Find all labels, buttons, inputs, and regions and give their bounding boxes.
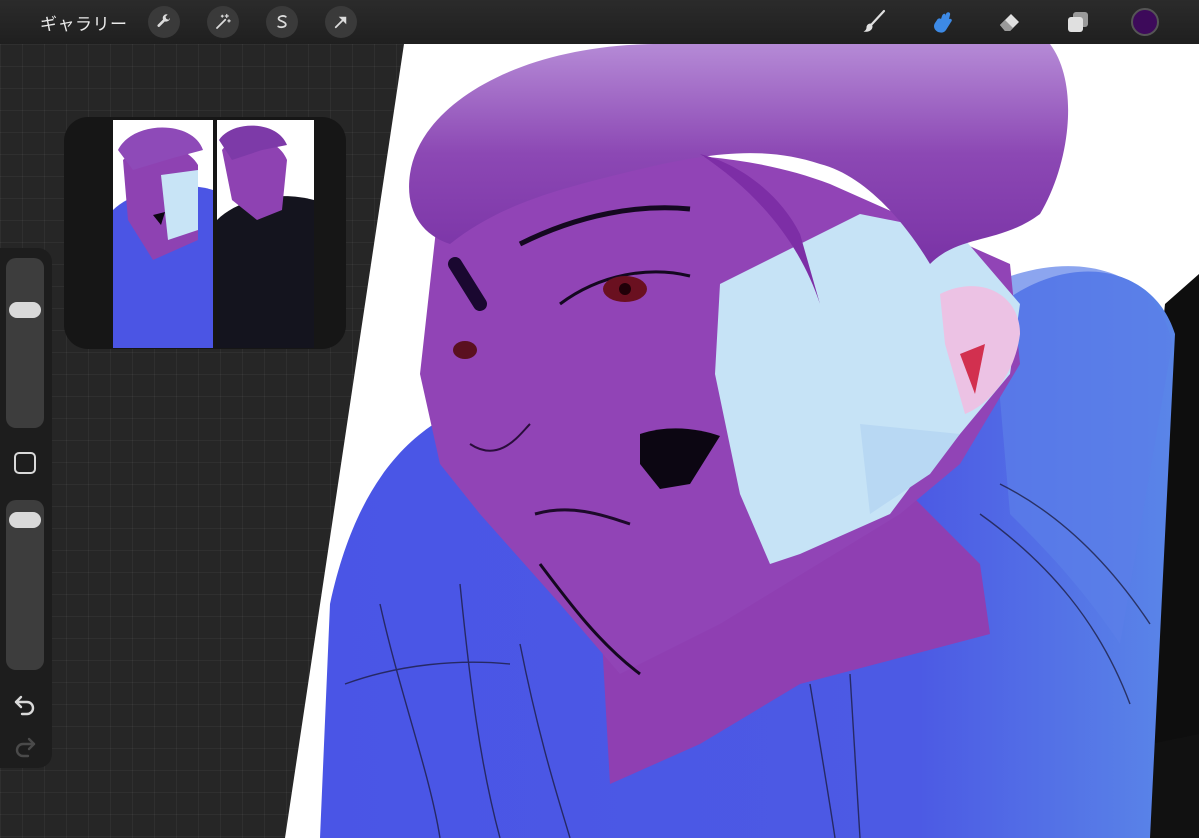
selection-icon [276,15,287,29]
smudge-tool[interactable] [927,7,957,37]
selection-button[interactable] [265,6,298,38]
gallery-button[interactable]: ギャラリー [40,10,128,35]
eraser-icon [1000,14,1019,31]
opacity-slider[interactable] [6,500,44,670]
left-sidebar [0,248,52,768]
top-toolbar: ギャラリー [0,0,1199,44]
brush-size-knob[interactable] [9,302,41,319]
tools-group [859,0,1159,44]
brush-icon [863,9,886,32]
transform-arrow-icon [334,16,346,29]
actions-group [147,6,357,38]
brush-size-slider[interactable] [6,258,44,428]
wrench-icon [156,14,170,27]
transform-button[interactable] [324,6,357,38]
layers-icon [1068,12,1088,32]
smudge-icon [934,12,952,33]
adjustments-button[interactable] [206,6,239,38]
magic-wand-icon [215,13,231,29]
reference-image-color [113,120,213,348]
square-modify-icon[interactable] [14,452,36,474]
reference-window[interactable] [64,117,346,349]
eraser-tool[interactable] [995,7,1025,37]
redo-icon[interactable] [13,734,37,758]
undo-icon[interactable] [13,692,37,716]
reference-image-dark [217,120,314,348]
layers-tool[interactable] [1063,7,1093,37]
opacity-knob[interactable] [9,511,41,528]
wrench-button[interactable] [147,6,180,38]
brush-tool[interactable] [859,7,889,37]
color-swatch[interactable] [1131,8,1159,36]
